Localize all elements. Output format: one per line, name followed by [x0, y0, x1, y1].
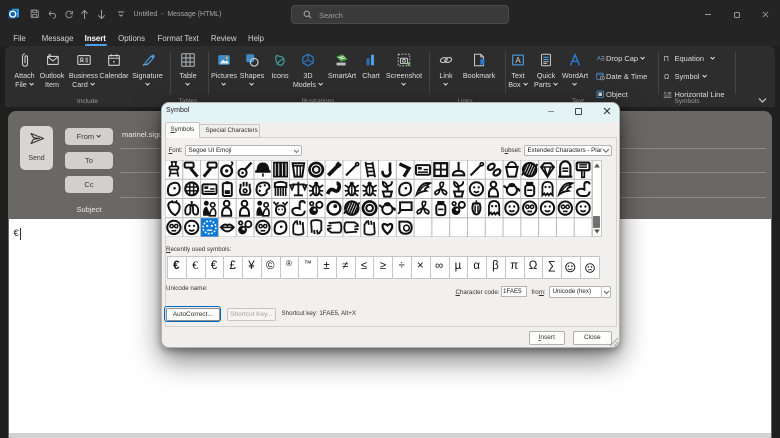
svg-text:Π: Π — [664, 55, 669, 62]
svg-text:Ω: Ω — [664, 73, 669, 80]
svg-text:A: A — [664, 90, 668, 95]
svg-text:A: A — [597, 55, 602, 62]
svg-text:A: A — [515, 56, 521, 65]
